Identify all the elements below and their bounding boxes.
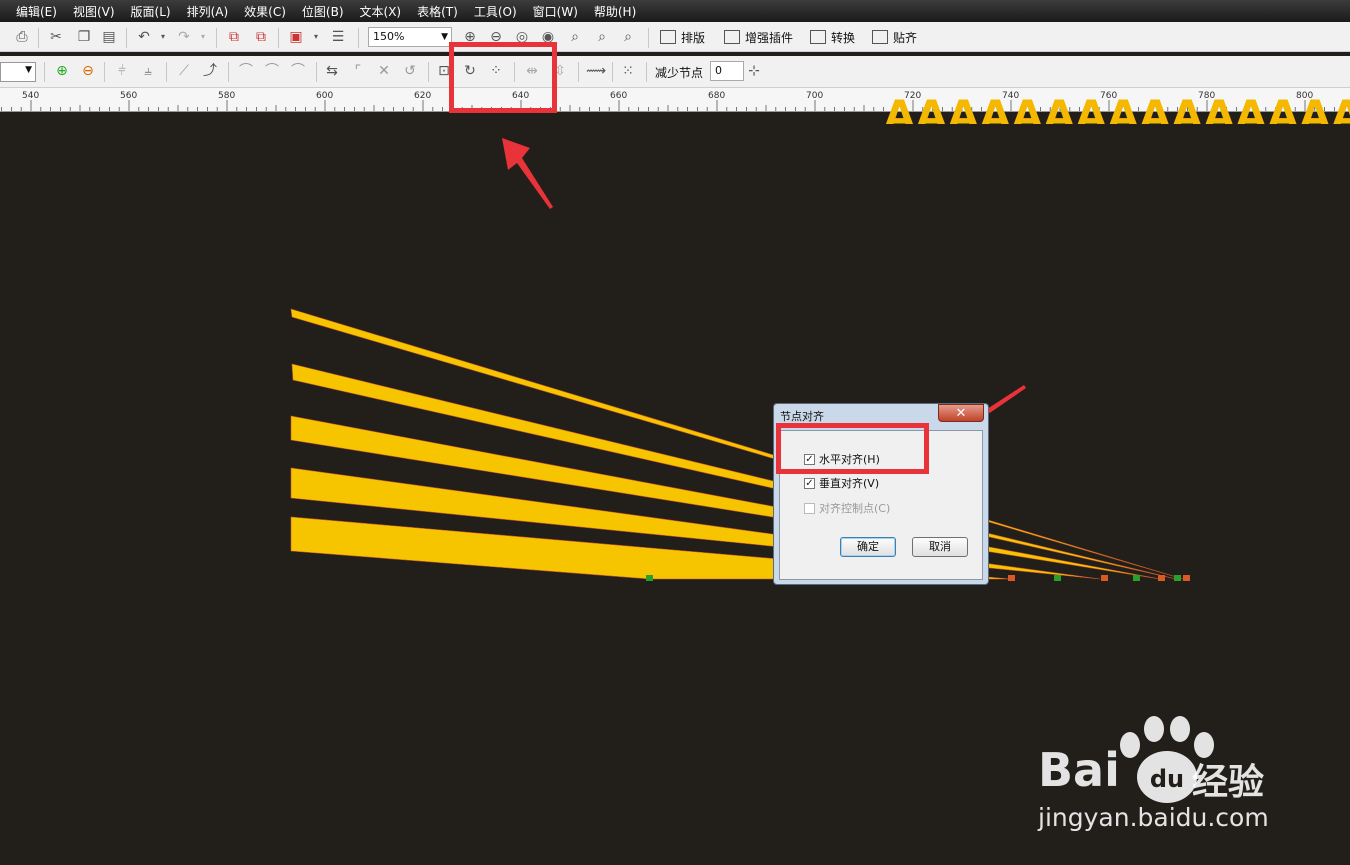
baidu-watermark: du Bai 经验 jingyan.baidu.com bbox=[1032, 715, 1292, 845]
vertical-align-option[interactable]: ✓ 垂直对齐(V) bbox=[804, 475, 879, 491]
align-control-points-option[interactable]: 对齐控制点(C) bbox=[804, 500, 890, 516]
align-control-points-checkbox[interactable] bbox=[804, 502, 815, 514]
node-marker[interactable] bbox=[1054, 575, 1061, 581]
node-marker[interactable] bbox=[1101, 575, 1108, 581]
node-marker[interactable] bbox=[1174, 575, 1181, 581]
watermark-url: jingyan.baidu.com bbox=[1038, 803, 1269, 832]
vertical-align-checkbox[interactable]: ✓ bbox=[804, 477, 815, 489]
paw-text: du bbox=[1150, 765, 1184, 793]
annotation-arrow-toolbar bbox=[502, 138, 553, 209]
node-marker[interactable] bbox=[1158, 575, 1165, 581]
close-button[interactable]: ✕ bbox=[938, 404, 984, 422]
node-marker[interactable] bbox=[1183, 575, 1190, 581]
watermark-brand-tail: 经验 bbox=[1192, 762, 1265, 803]
highlight-horizontal-align bbox=[776, 423, 929, 474]
node-marker[interactable] bbox=[1133, 575, 1140, 581]
align-control-points-label: 对齐控制点(C) bbox=[819, 502, 891, 515]
node-marker[interactable] bbox=[646, 575, 653, 581]
watermark-brand: Bai bbox=[1038, 743, 1120, 797]
canvas-text-object[interactable]: AAAAAAAAAAAAAAAAAA bbox=[884, 96, 1350, 124]
cancel-button[interactable]: 取消 bbox=[912, 537, 968, 557]
close-icon: ✕ bbox=[955, 406, 967, 421]
node-marker[interactable] bbox=[1008, 575, 1015, 581]
ok-button[interactable]: 确定 bbox=[840, 537, 896, 557]
dialog-title: 节点对齐 bbox=[780, 410, 824, 423]
vertical-align-label: 垂直对齐(V) bbox=[819, 477, 880, 490]
highlight-align-nodes-tool bbox=[449, 42, 557, 113]
